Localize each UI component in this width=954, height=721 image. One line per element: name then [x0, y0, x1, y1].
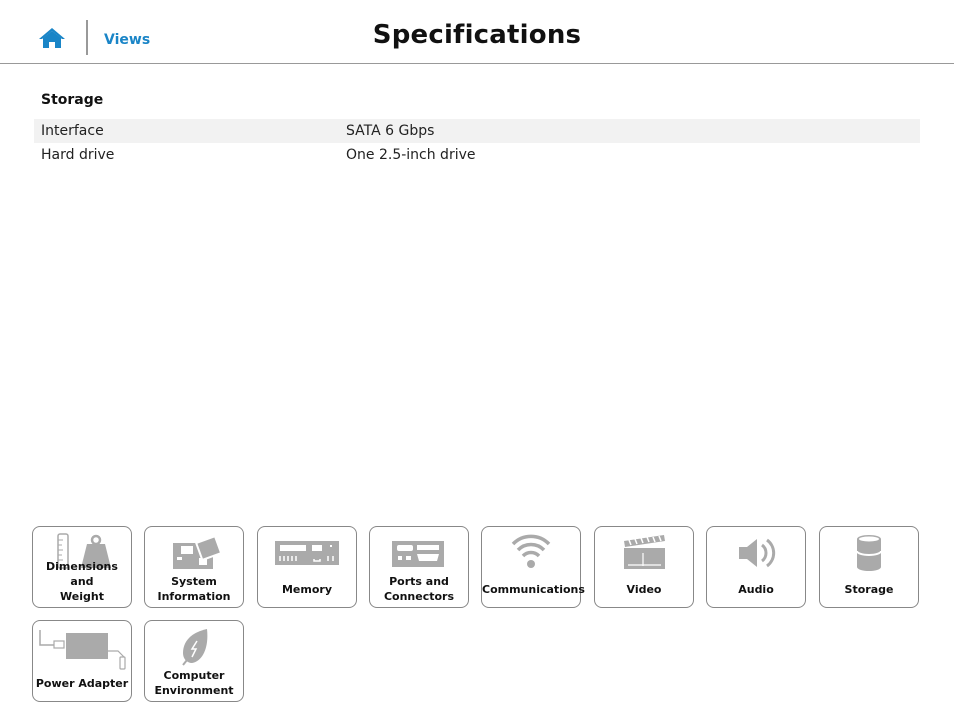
- spec-label: Interface: [41, 123, 104, 139]
- spec-value: SATA 6 Gbps: [346, 123, 435, 139]
- ports-icon: [392, 541, 444, 567]
- tile-label: Power Adapter: [35, 677, 129, 690]
- tile-label: Storage: [844, 583, 894, 596]
- leaf-icon: [182, 629, 208, 666]
- memory-module-icon: [275, 541, 339, 565]
- tile-label: Communications: [482, 583, 585, 596]
- tile-communications[interactable]: Communications: [481, 526, 585, 608]
- motherboard-icon: [173, 534, 223, 569]
- spec-label: Hard drive: [41, 147, 115, 163]
- table-row: Hard drive One 2.5-inch drive: [34, 143, 920, 167]
- wifi-icon: [511, 534, 551, 568]
- tile-power-adapter[interactable]: Power Adapter: [32, 620, 132, 702]
- header: Views Specifications: [0, 0, 954, 64]
- tile-system-information[interactable]: System Information: [144, 526, 244, 608]
- spec-value: One 2.5-inch drive: [346, 147, 476, 163]
- clapperboard-icon: [624, 535, 665, 569]
- tile-dimensions-and-weight[interactable]: Dimensions and Weight: [32, 526, 132, 608]
- section-title: Storage: [41, 92, 104, 108]
- speaker-icon: [739, 538, 776, 568]
- tile-label: Dimensions and Weight: [46, 560, 118, 603]
- tile-storage[interactable]: Storage: [819, 526, 919, 608]
- tile-label: Video: [626, 583, 662, 596]
- tile-video[interactable]: Video: [594, 526, 694, 608]
- tile-audio[interactable]: Audio: [706, 526, 806, 608]
- tile-label: System Information: [157, 575, 231, 603]
- tile-label: Memory: [281, 583, 333, 596]
- table-row: Interface SATA 6 Gbps: [34, 119, 920, 143]
- spec-table: Interface SATA 6 Gbps Hard drive One 2.5…: [34, 119, 920, 167]
- tile-label: Ports and Connectors: [383, 575, 455, 603]
- power-adapter-icon: [39, 630, 126, 670]
- tile-label: Computer Environment: [154, 669, 234, 697]
- tile-ports-and-connectors[interactable]: Ports and Connectors: [369, 526, 469, 608]
- tile-label: Audio: [738, 583, 774, 596]
- page-title: Specifications: [372, 20, 582, 50]
- storage-drum-icon: [856, 535, 882, 571]
- tile-memory[interactable]: Memory: [257, 526, 357, 608]
- tile-computer-environment[interactable]: Computer Environment: [144, 620, 244, 702]
